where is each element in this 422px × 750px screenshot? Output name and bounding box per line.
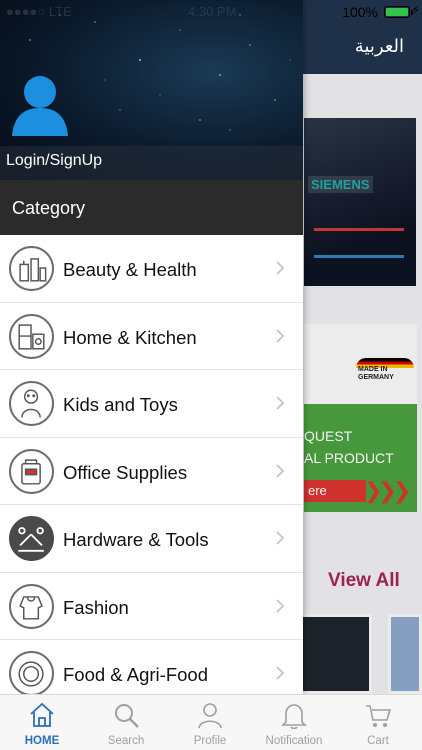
- hardware-tools-icon: [9, 516, 54, 561]
- chevron-right-icon: [276, 328, 285, 343]
- tab-search[interactable]: Search: [84, 695, 168, 750]
- search-icon: [115, 704, 139, 728]
- cart-icon: [366, 705, 392, 727]
- fashion-icon: [9, 583, 54, 629]
- category-label: Beauty & Health: [63, 259, 197, 280]
- chevron-right-icon: [276, 463, 285, 478]
- drawer-header: Login/SignUp: [0, 0, 303, 180]
- status-time: 4:30 PM: [188, 4, 237, 19]
- category-item-hardware-tools[interactable]: Hardware & Tools: [0, 505, 303, 573]
- language-switch-link[interactable]: العربية: [355, 36, 404, 57]
- bell-icon: [281, 704, 307, 729]
- tab-profile[interactable]: Profile: [168, 695, 252, 750]
- user-avatar-icon[interactable]: [10, 70, 70, 138]
- tab-label: Notification: [265, 735, 323, 747]
- home-kitchen-icon: [9, 313, 54, 359]
- chevron-right-icon: [276, 598, 285, 613]
- carrier-signal: ●●●●○ LTE: [6, 4, 72, 19]
- category-label: Kids and Toys: [63, 394, 178, 415]
- category-title: Category: [12, 198, 86, 218]
- tab-label: Cart: [367, 735, 389, 747]
- category-label: Fashion: [63, 596, 129, 618]
- food-icon: [9, 651, 54, 696]
- category-label: Office Supplies: [63, 461, 188, 483]
- chevron-right-icon: [276, 531, 285, 545]
- home-icon: [30, 702, 54, 727]
- category-item-home-kitchen[interactable]: Home & Kitchen: [0, 303, 303, 370]
- office-supplies-icon: [9, 448, 54, 494]
- category-item-kids-toys[interactable]: Kids and Toys: [0, 370, 303, 438]
- category-item-office-supplies[interactable]: Office Supplies: [0, 438, 303, 505]
- login-signup-link[interactable]: Login/SignUp: [6, 152, 102, 170]
- category-label: Home & Kitchen: [63, 326, 197, 348]
- side-drawer: Login/SignUp Category Beauty & Health Ho…: [0, 0, 303, 708]
- battery-percent: 100%: [342, 4, 378, 20]
- tab-label: Search: [107, 735, 145, 747]
- tab-notification[interactable]: Notification: [252, 695, 336, 750]
- bottom-tab-bar: HOME Search Profile Notification Cart: [0, 694, 422, 750]
- tab-label: HOME: [24, 735, 60, 747]
- chevron-right-icon: [276, 396, 285, 410]
- category-item-fashion[interactable]: Fashion: [0, 573, 303, 640]
- category-list: Beauty & Health Home & Kitchen Kids and …: [0, 235, 303, 708]
- status-bar: ●●●●○ LTE 4:30 PM 100% ⚡: [0, 0, 422, 24]
- charging-bolt-icon: ⚡: [411, 3, 420, 17]
- tab-cart[interactable]: Cart: [336, 695, 420, 750]
- tab-label: Profile: [193, 735, 227, 747]
- beauty-health-icon: [9, 246, 54, 291]
- category-label: Hardware & Tools: [63, 529, 209, 550]
- chevron-right-icon: [276, 261, 285, 275]
- drawer-overlay[interactable]: [303, 74, 422, 694]
- chevron-right-icon: [276, 666, 285, 680]
- category-label: Food & Agri-Food: [63, 664, 208, 685]
- profile-icon: [198, 703, 222, 729]
- kids-toys-icon: [9, 381, 54, 426]
- battery-icon: [384, 6, 413, 18]
- tab-home[interactable]: HOME: [0, 695, 84, 750]
- category-item-beauty-health[interactable]: Beauty & Health: [0, 235, 303, 303]
